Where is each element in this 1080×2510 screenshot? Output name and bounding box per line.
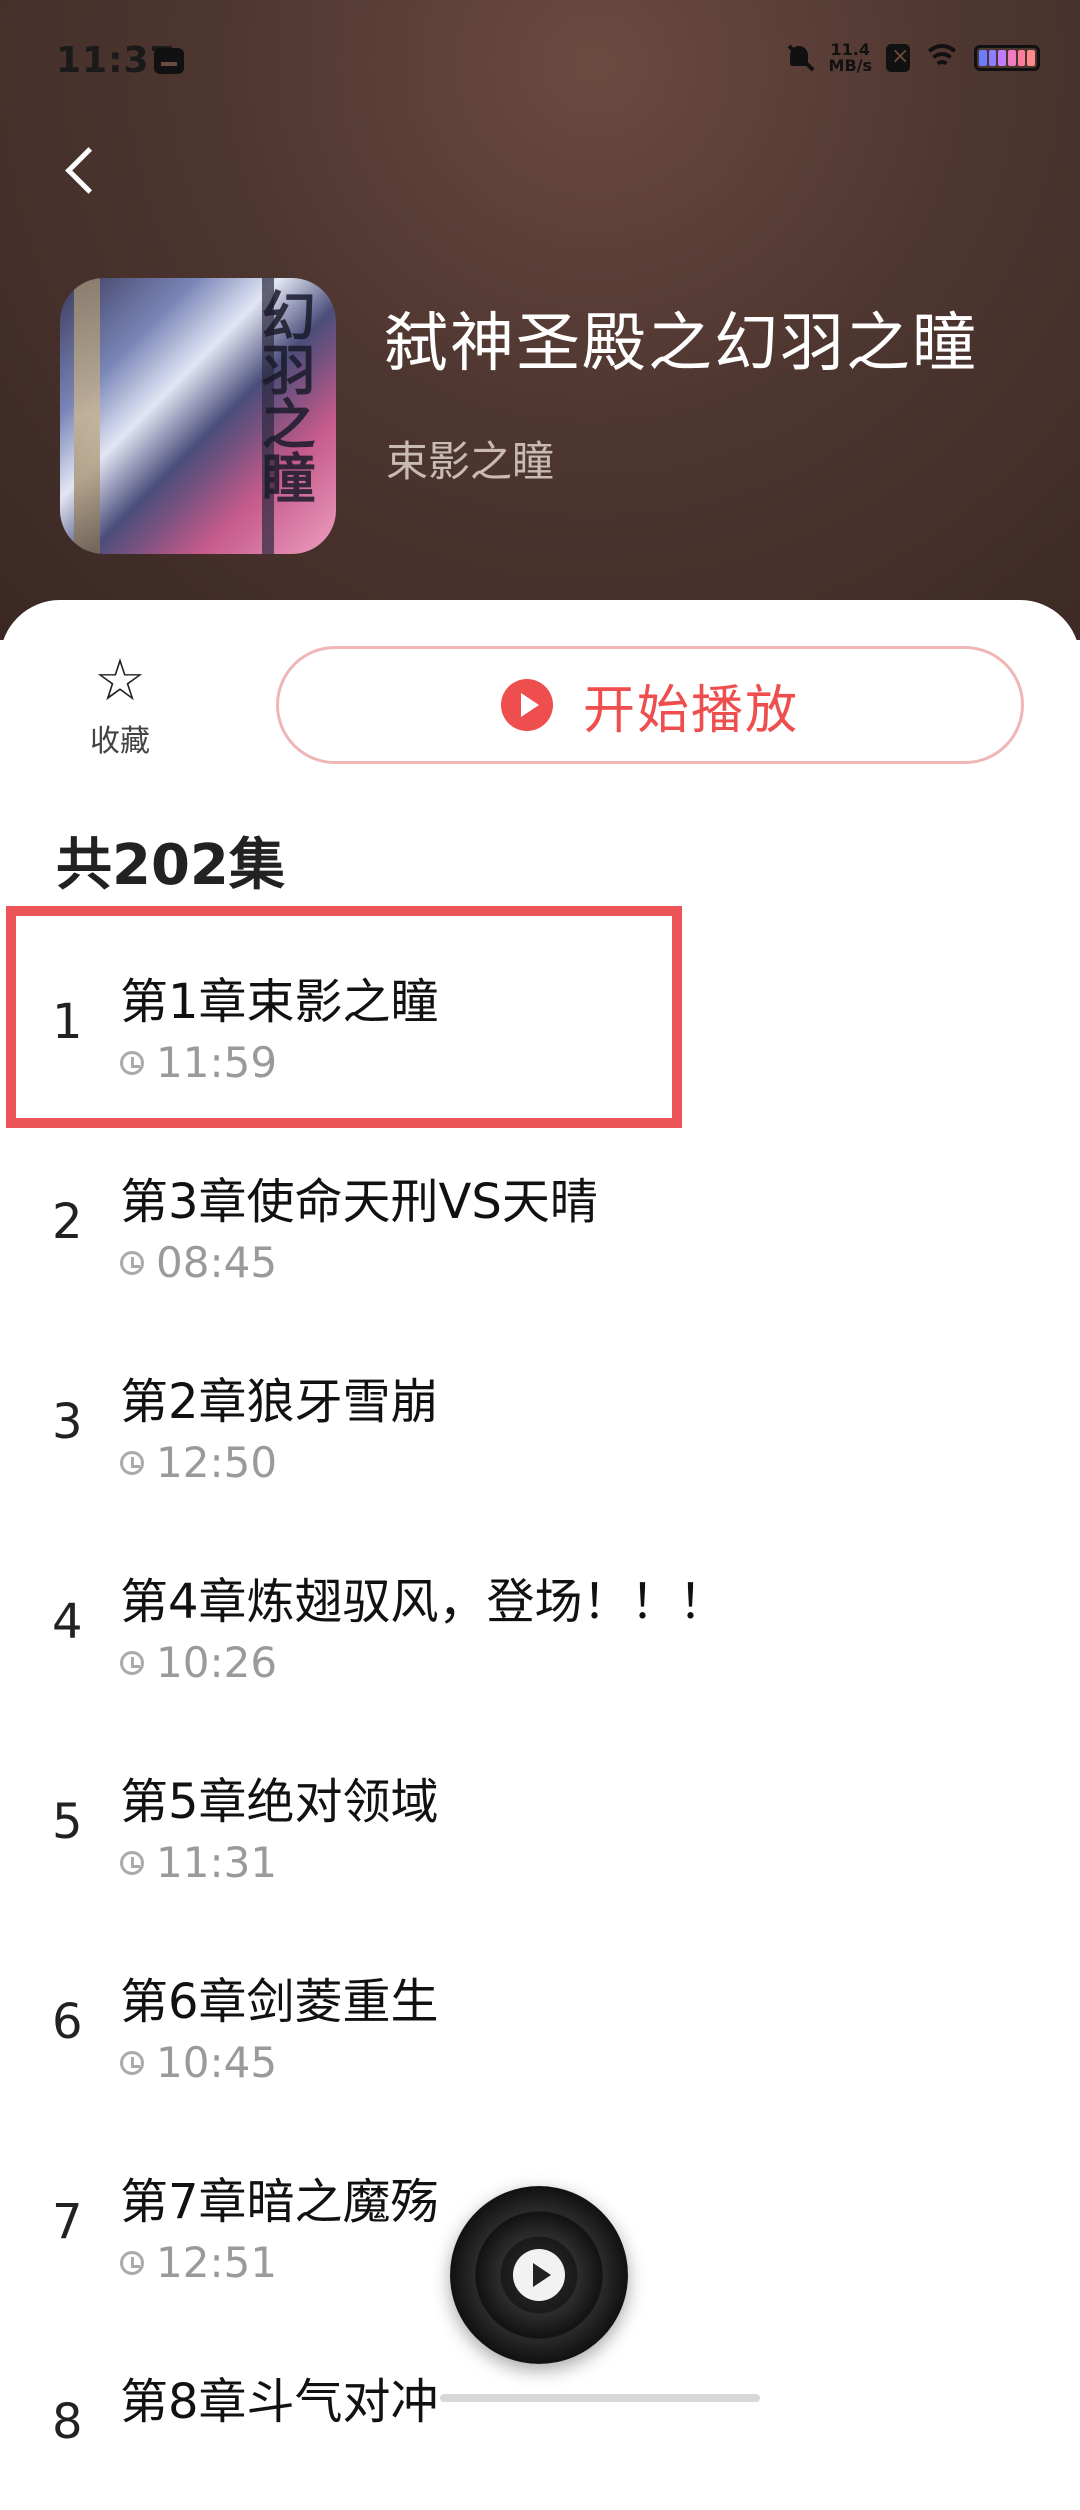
book-cover: 幻羽之瞳 bbox=[60, 278, 336, 554]
play-circle-icon bbox=[500, 679, 553, 731]
status-bar: 11:37 11.4 MB/s bbox=[0, 0, 1080, 120]
episode-title: 第1章束影之瞳 bbox=[120, 974, 439, 1030]
blocked-app-icon bbox=[886, 44, 910, 72]
episode-duration: 12:50 bbox=[120, 1438, 277, 1487]
episode-index: 2 bbox=[52, 1194, 83, 1250]
episode-item[interactable]: 2 第3章使命天刑VS天晴 08:45 bbox=[0, 1110, 1080, 1310]
episode-duration-value: 11:59 bbox=[156, 1038, 278, 1087]
message-notification-icon bbox=[154, 48, 184, 74]
episode-title: 第4章炼翅驭风，登场！！！ bbox=[120, 1574, 727, 1630]
episode-duration: 12:51 bbox=[120, 2238, 277, 2287]
episode-duration-value: 08:45 bbox=[156, 1238, 278, 1287]
episode-duration: 10:26 bbox=[120, 1638, 277, 1687]
clock-icon bbox=[120, 2050, 144, 2075]
episode-title: 第2章狼牙雪崩 bbox=[120, 1374, 439, 1430]
episode-index: 1 bbox=[52, 994, 83, 1050]
episode-index: 5 bbox=[52, 1794, 83, 1850]
episode-duration-value: 10:45 bbox=[156, 2038, 278, 2087]
episode-item[interactable]: 5 第5章绝对领域 11:31 bbox=[0, 1710, 1080, 1910]
clock-icon bbox=[120, 1650, 144, 1675]
favorite-button[interactable]: ☆ 收藏 bbox=[70, 650, 170, 760]
episode-title: 第3章使命天刑VS天晴 bbox=[120, 1174, 598, 1230]
play-icon bbox=[513, 2249, 565, 2301]
network-speed-unit: MB/s bbox=[828, 56, 872, 75]
episode-duration-value: 12:51 bbox=[156, 2238, 278, 2287]
clock-icon bbox=[120, 2250, 144, 2275]
episode-duration: 08:45 bbox=[120, 1238, 277, 1287]
episode-item[interactable]: 3 第2章狼牙雪崩 12:50 bbox=[0, 1310, 1080, 1510]
clock-icon bbox=[120, 1050, 144, 1075]
back-button[interactable] bbox=[58, 140, 108, 200]
episode-item[interactable]: 4 第4章炼翅驭风，登场！！！ 10:26 bbox=[0, 1510, 1080, 1710]
episode-duration-value: 11:31 bbox=[156, 1838, 278, 1887]
favorite-label: 收藏 bbox=[90, 724, 150, 759]
episode-title: 第6章剑菱重生 bbox=[120, 1974, 439, 2030]
episode-duration: 11:31 bbox=[120, 1838, 277, 1887]
episode-index: 3 bbox=[52, 1394, 83, 1450]
clock-icon bbox=[120, 1450, 144, 1475]
wifi-icon bbox=[922, 44, 962, 72]
start-play-button[interactable]: 开始播放 bbox=[276, 646, 1024, 764]
episode-duration-value: 10:26 bbox=[156, 1638, 278, 1687]
book-author[interactable]: 束影之瞳 bbox=[386, 428, 554, 489]
episode-index: 4 bbox=[52, 1594, 83, 1650]
clock-icon bbox=[120, 1250, 144, 1275]
status-icons: 11.4 MB/s bbox=[785, 42, 1040, 74]
mute-bell-icon bbox=[785, 43, 815, 73]
episode-index: 6 bbox=[52, 1994, 83, 2050]
start-play-label: 开始播放 bbox=[582, 680, 799, 741]
episode-duration: 11:59 bbox=[120, 1038, 277, 1087]
mini-player-disc[interactable] bbox=[450, 2186, 628, 2364]
battery-icon bbox=[974, 45, 1040, 71]
cover-title-art: 幻羽之瞳 bbox=[252, 288, 316, 504]
episode-item[interactable]: 1 第1章束影之瞳 11:59 bbox=[0, 910, 1080, 1110]
episode-title: 第5章绝对领域 bbox=[120, 1774, 439, 1830]
episode-item[interactable]: 6 第6章剑菱重生 10:45 bbox=[0, 1910, 1080, 2110]
star-outline-icon: ☆ bbox=[94, 646, 146, 714]
clock-icon bbox=[120, 1850, 144, 1875]
episode-duration-value: 12:50 bbox=[156, 1438, 278, 1487]
home-indicator bbox=[440, 2394, 760, 2402]
book-title: 弑神圣殿之幻羽之瞳 bbox=[384, 307, 978, 381]
episode-index: 7 bbox=[52, 2194, 83, 2250]
network-speed: 11.4 MB/s bbox=[829, 42, 872, 74]
episode-title: 第7章暗之魔殇 bbox=[120, 2174, 439, 2230]
episode-duration: 10:45 bbox=[120, 2038, 277, 2087]
episode-index: 8 bbox=[52, 2394, 83, 2450]
episode-title: 第8章斗气对冲 bbox=[120, 2374, 439, 2430]
episode-count: 共202集 bbox=[56, 833, 285, 898]
